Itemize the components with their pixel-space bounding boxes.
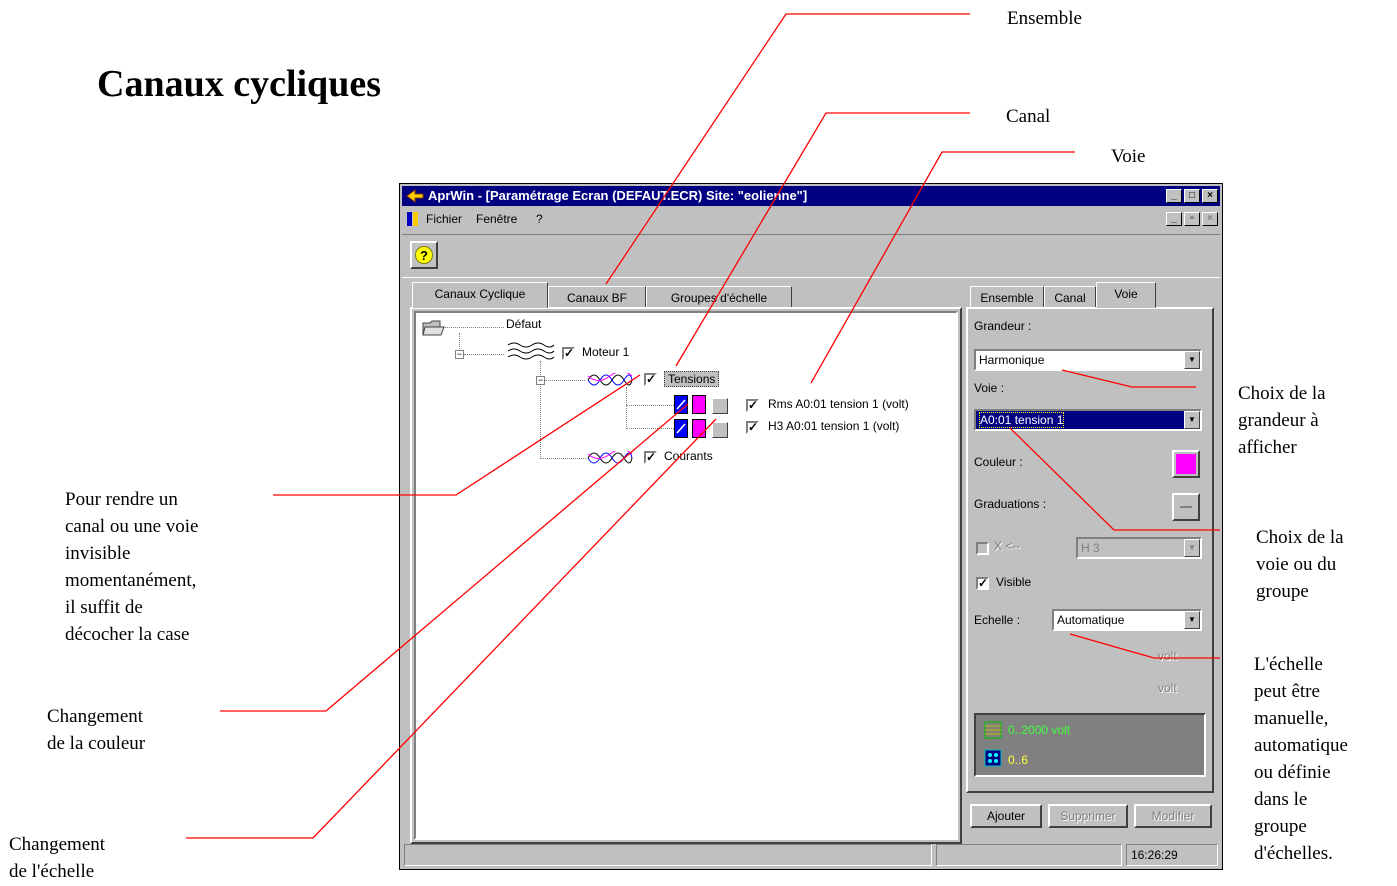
tab-voie[interactable]: Voie [1096,282,1156,308]
leader-changement-echelle [186,418,717,839]
leader-voie [810,151,1075,384]
leader-couleur [220,403,689,712]
leader-grandeur [1061,369,1196,388]
callout-lines [186,13,1220,839]
leader-ensemble [605,13,970,285]
leader-echelle [1069,633,1220,659]
leader-canal [675,112,970,367]
leader-voie-select [1009,427,1220,531]
tab-canaux-cyclique[interactable]: Canaux Cyclique [412,282,548,308]
leader-invisible [273,374,641,496]
